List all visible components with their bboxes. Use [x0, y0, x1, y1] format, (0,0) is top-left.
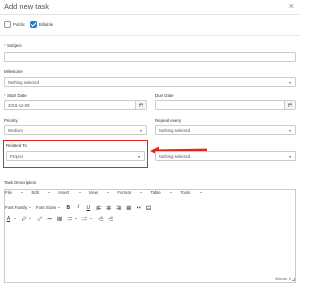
- italic-button[interactable]: I: [75, 204, 82, 211]
- menu-insert[interactable]: Insert: [58, 190, 81, 195]
- start-date-label: * Start Date: [4, 93, 27, 98]
- menu-edit[interactable]: Edit: [31, 190, 51, 195]
- chevron-down-icon: [289, 129, 291, 132]
- bold-button[interactable]: B: [65, 204, 72, 211]
- indent-icon[interactable]: [107, 215, 114, 222]
- related-item-value: Nothing selected: [159, 153, 191, 159]
- milestone-select[interactable]: Nothing selected: [4, 77, 296, 87]
- align-justify-icon[interactable]: [125, 204, 132, 211]
- horizontal-rule-icon[interactable]: [46, 215, 53, 222]
- blockquote-icon[interactable]: [135, 204, 142, 211]
- billable-checkbox[interactable]: Billable: [30, 21, 53, 28]
- table-icon[interactable]: [56, 215, 63, 222]
- priority-select[interactable]: Medium: [4, 125, 147, 135]
- subject-input[interactable]: [4, 52, 296, 62]
- repeat-every-label: Repeat every: [155, 118, 182, 123]
- text-color-dropdown[interactable]: A: [5, 215, 16, 222]
- highlight-color-dropdown[interactable]: [21, 215, 31, 222]
- link-icon[interactable]: [36, 215, 43, 222]
- checkbox-box[interactable]: [4, 21, 11, 28]
- highlight-box: [3, 140, 148, 168]
- align-right-icon[interactable]: [115, 204, 122, 211]
- close-icon[interactable]: ×: [289, 1, 294, 11]
- start-date-input[interactable]: 2016-12-08: [4, 100, 147, 110]
- calendar-icon[interactable]: [135, 101, 146, 109]
- menu-tools[interactable]: Tools: [180, 190, 202, 195]
- priority-label: Priority: [4, 118, 18, 123]
- editor-toolbar-row-2: A: [5, 215, 117, 222]
- priority-value: Medium: [8, 127, 23, 133]
- bullet-list-icon: [66, 215, 73, 222]
- align-center-icon[interactable]: [105, 204, 112, 211]
- editor-menubar: File Edit Insert View Format Table Tools: [5, 190, 210, 195]
- calendar-icon[interactable]: [284, 101, 295, 109]
- due-date-label: Due Date: [155, 93, 174, 98]
- milestone-value: Nothing selected: [8, 79, 40, 85]
- public-checkbox[interactable]: Public: [4, 21, 25, 28]
- text-color-icon: A: [6, 215, 11, 222]
- highlight-pen-icon: [21, 215, 28, 222]
- chevron-down-icon: [289, 155, 291, 158]
- word-count: Words: 0: [275, 276, 291, 281]
- checkbox-box-checked[interactable]: [30, 21, 37, 28]
- modal-title: Add new task: [4, 2, 50, 11]
- menu-file[interactable]: File: [5, 190, 24, 195]
- chevron-down-icon: [140, 129, 142, 132]
- bullet-list-dropdown[interactable]: [66, 215, 77, 222]
- header-divider: [0, 14, 300, 15]
- font-sizes-dropdown[interactable]: Font Sizes: [36, 205, 60, 210]
- numbered-list-icon: [82, 215, 89, 222]
- task-description-label: Task Description: [4, 180, 37, 185]
- due-date-input[interactable]: [155, 100, 296, 110]
- chevron-down-icon: [289, 81, 291, 84]
- subject-label: * Subject: [4, 43, 22, 48]
- underline-button[interactable]: U: [85, 204, 92, 211]
- related-item-select[interactable]: Nothing selected: [155, 151, 296, 161]
- outdent-icon[interactable]: [97, 215, 104, 222]
- menu-format[interactable]: Format: [117, 190, 143, 195]
- repeat-every-value: Nothing selected: [159, 127, 191, 133]
- repeat-every-select[interactable]: Nothing selected: [155, 125, 296, 135]
- checkbox-divider: [0, 35, 300, 36]
- editor-toolbar-row-1: Font Family Font Sizes B I U: [5, 204, 155, 211]
- image-icon[interactable]: [145, 204, 152, 211]
- milestone-label: Milestone: [4, 69, 23, 74]
- public-label: Public: [13, 22, 25, 27]
- start-date-value: 2016-12-08: [8, 102, 30, 108]
- required-mark: *: [4, 43, 6, 48]
- billable-label: Billable: [39, 22, 54, 27]
- resize-handle-icon[interactable]: [292, 278, 295, 281]
- font-family-dropdown[interactable]: Font Family: [5, 205, 31, 210]
- menu-view[interactable]: View: [89, 190, 110, 195]
- menu-table[interactable]: Table: [150, 190, 173, 195]
- align-left-icon[interactable]: [95, 204, 102, 211]
- numbered-list-dropdown[interactable]: [82, 215, 92, 222]
